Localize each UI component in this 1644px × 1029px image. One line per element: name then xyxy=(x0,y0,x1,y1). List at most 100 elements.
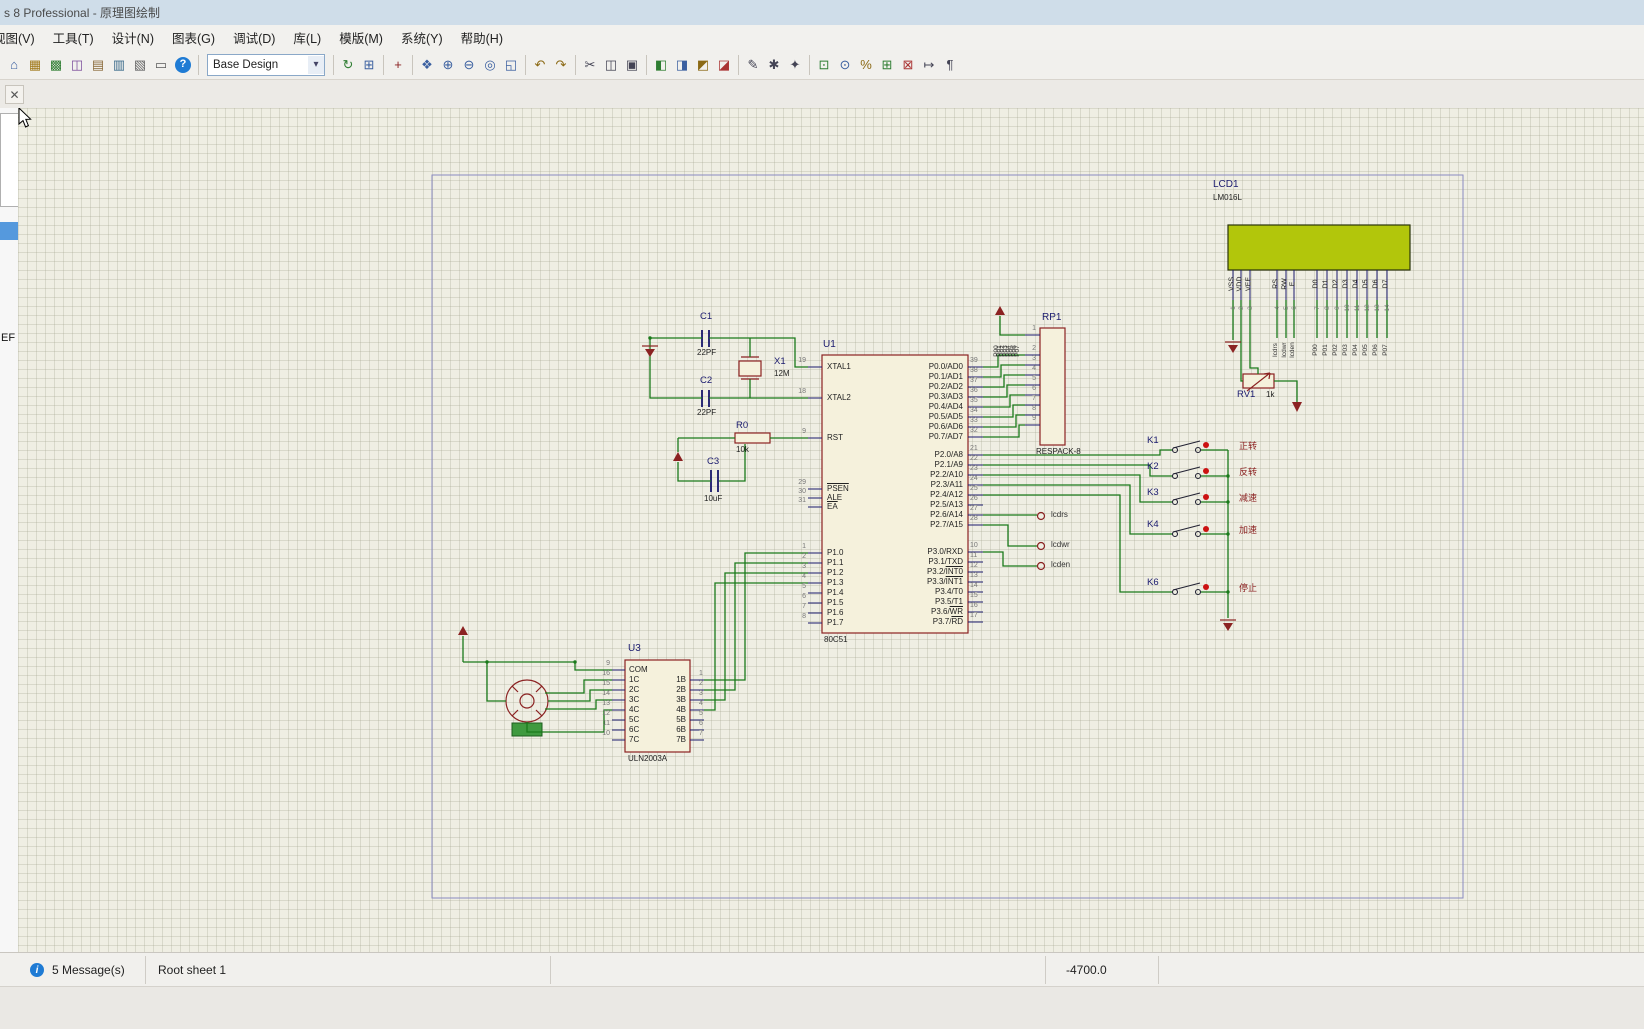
part-ref-k3: K3 xyxy=(1147,487,1159,498)
key-function-label: 停止 xyxy=(1239,583,1258,593)
bom-icon[interactable]: ▥ xyxy=(109,55,129,75)
grid-icon[interactable]: ⊞ xyxy=(359,55,379,75)
design-explorer-icon[interactable]: ▤ xyxy=(88,55,108,75)
menu-item-1[interactable]: 工具(T) xyxy=(44,24,103,51)
status-coordinate: -4700.0 xyxy=(1066,963,1107,977)
tab-bar: ✕ xyxy=(0,80,1644,109)
pin-name: COM xyxy=(629,665,648,674)
redo-icon[interactable]: ↷ xyxy=(551,55,571,75)
chevron-down-icon: ▾ xyxy=(308,55,324,74)
new-sheet-icon[interactable]: ⊞ xyxy=(877,55,897,75)
cut-icon[interactable]: ✂ xyxy=(580,55,600,75)
redraw-icon[interactable]: ↻ xyxy=(338,55,358,75)
pin-number: 16 xyxy=(602,670,610,677)
find-icon[interactable]: ⊙ xyxy=(835,55,855,75)
zoom-in-icon[interactable]: ⊕ xyxy=(438,55,458,75)
part-ref-x1: X1 xyxy=(774,356,786,367)
info-icon[interactable]: i xyxy=(30,963,44,977)
net-label: lcdwr xyxy=(1280,342,1288,358)
part-ref-k6: K6 xyxy=(1147,577,1159,588)
origin-icon[interactable]: + xyxy=(388,55,408,75)
pin-name: XTAL2 xyxy=(827,393,851,402)
menu-item-5[interactable]: 库(L) xyxy=(284,24,330,51)
net-label: P05 xyxy=(1361,344,1369,356)
pin-name: VSS xyxy=(1228,276,1236,292)
pin-name: P1.1 xyxy=(827,558,844,567)
pin-number: 9 xyxy=(1333,306,1341,310)
pan-icon[interactable]: ❖ xyxy=(417,55,437,75)
pin-number: 38 xyxy=(970,367,978,374)
paste-icon[interactable]: ▣ xyxy=(622,55,642,75)
menu-item-8[interactable]: 帮助(H) xyxy=(452,24,512,51)
pin-number: 7 xyxy=(1313,306,1321,310)
toolbar: ⌂ ▦ ▩ ◫ ▤ ▥ ▧ ▭? Base Design ▾ ↻ ⊞ + ❖ ⊕ ⊖ ◎ ◱ ↶ ↷ ✂ ◫ ▣ ◧ ◨ ◩ ◪ ✎ ✱… xyxy=(0,50,1644,80)
pin-number: 6 xyxy=(1290,306,1298,310)
block-copy-icon[interactable]: ◧ xyxy=(651,55,671,75)
pick-device-icon[interactable]: ✎ xyxy=(743,55,763,75)
pin-name: 3C xyxy=(629,695,640,704)
pin-name: 4C xyxy=(629,705,640,714)
goto-sheet-icon[interactable]: ↦ xyxy=(919,55,939,75)
window-titlebar[interactable]: s 8 Professional - 原理图绘制 xyxy=(0,0,1644,25)
net-label: P07 xyxy=(1381,344,1389,356)
schematic-canvas[interactable]: C1 22PF C2 22PF X1 12M R0 10k C3 10uF U1 80C51 U3 ULN… xyxy=(18,108,1644,952)
pin-name: P3.6/WR xyxy=(930,607,963,616)
selected-list-item[interactable] xyxy=(0,222,18,240)
library-manager-icon[interactable]: ✦ xyxy=(785,55,805,75)
menu-item-2[interactable]: 设计(N) xyxy=(103,24,163,51)
pin-number: 19 xyxy=(798,357,806,364)
menu-item-4[interactable]: 调试(D) xyxy=(224,24,284,51)
make-device-icon[interactable]: ✱ xyxy=(764,55,784,75)
menu-item-3[interactable]: 图表(G) xyxy=(163,24,224,51)
template-icon[interactable]: ⊡ xyxy=(814,55,834,75)
pin-name: RS xyxy=(1272,279,1280,289)
help-icon[interactable]: ? xyxy=(175,56,191,73)
net-label: P02 xyxy=(1331,344,1339,356)
design-scheme-select[interactable]: Base Design ▾ xyxy=(207,53,325,76)
home-icon[interactable]: ⌂ xyxy=(4,55,24,75)
gerber-viewer-icon[interactable]: ◫ xyxy=(67,55,87,75)
pin-number: 14 xyxy=(970,582,978,589)
pin-number: 5 xyxy=(802,583,806,590)
exchange-icon[interactable]: % xyxy=(856,55,876,75)
ruler-icon[interactable]: ▭ xyxy=(151,55,171,75)
pin-number: 1 xyxy=(1229,306,1237,310)
block-move-icon[interactable]: ◨ xyxy=(672,55,692,75)
notes-icon[interactable]: ¶ xyxy=(940,55,960,75)
pin-number: 12 xyxy=(602,710,610,717)
schematic-capture-icon[interactable]: ▦ xyxy=(25,55,45,75)
menu-item-7[interactable]: 系统(Y) xyxy=(392,24,452,51)
undo-icon[interactable]: ↶ xyxy=(530,55,550,75)
pin-number: 4 xyxy=(1273,306,1281,310)
pcb-layout-icon[interactable]: ▩ xyxy=(46,55,66,75)
simulation-log-icon[interactable]: ▧ xyxy=(130,55,150,75)
block-delete-icon[interactable]: ◪ xyxy=(714,55,734,75)
copy-icon[interactable]: ◫ xyxy=(601,55,621,75)
net-terminal-label: lcdwr xyxy=(1051,540,1070,549)
pin-number: 9 xyxy=(1032,415,1036,422)
pin-number: 1 xyxy=(699,670,703,677)
menu-item-0[interactable]: 视图(V) xyxy=(0,24,44,51)
pin-name: D3 xyxy=(1342,279,1350,289)
pin-number: 22 xyxy=(970,455,978,462)
pin-name: D2 xyxy=(1332,279,1340,289)
remove-sheet-icon[interactable]: ⊠ xyxy=(898,55,918,75)
status-separator xyxy=(145,956,146,984)
part-ref-u3: U3 xyxy=(628,643,641,654)
pin-name: P0.1/AD1 xyxy=(928,372,963,381)
pin-number: 13 xyxy=(1373,304,1381,312)
status-messages[interactable]: 5 Message(s) xyxy=(52,963,125,977)
zoom-area-icon[interactable]: ◱ xyxy=(501,55,521,75)
pin-name: PSEN xyxy=(827,484,849,493)
zoom-all-icon[interactable]: ◎ xyxy=(480,55,500,75)
pin-number: 21 xyxy=(970,445,978,452)
menubar: 视图(V)工具(T)设计(N)图表(G)调试(D)库(L)模版(M)系统(Y)帮… xyxy=(0,25,1644,50)
close-icon[interactable]: ✕ xyxy=(5,85,24,104)
zoom-out-icon[interactable]: ⊖ xyxy=(459,55,479,75)
toolbar-separator xyxy=(383,54,384,75)
menu-item-6[interactable]: 模版(M) xyxy=(330,24,392,51)
pin-name: 1B xyxy=(676,675,686,684)
pin-name: 5C xyxy=(629,715,640,724)
pin-number: 34 xyxy=(970,407,978,414)
block-rotate-icon[interactable]: ◩ xyxy=(693,55,713,75)
